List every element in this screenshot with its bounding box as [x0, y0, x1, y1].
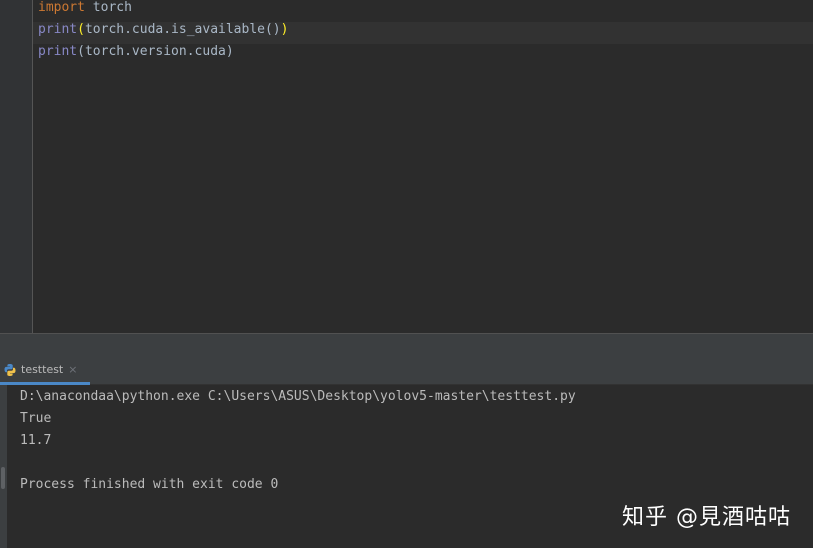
console-line: Process finished with exit code 0 — [20, 477, 279, 492]
python-icon — [3, 363, 17, 377]
code-text: (torch.version.cuda) — [77, 44, 234, 59]
console-line: D:\anacondaa\python.exe C:\Users\ASUS\De… — [20, 389, 576, 404]
code-editor[interactable]: import torch print(torch.cuda.is_availab… — [0, 0, 813, 333]
scroll-marker[interactable] — [1, 467, 5, 489]
code-line-2[interactable]: print(torch.cuda.is_available()) — [33, 22, 813, 44]
paren-close-highlight: ) — [280, 22, 289, 37]
console-gutter — [0, 385, 7, 548]
close-icon[interactable]: × — [68, 363, 77, 376]
console-line: 11.7 — [20, 433, 52, 448]
code-text: torch — [84, 0, 132, 15]
run-tab-bar: testtest × — [0, 357, 813, 385]
editor-gutter — [0, 0, 33, 333]
code-line-3[interactable]: print(torch.version.cuda) — [33, 44, 813, 66]
keyword-import: import — [38, 0, 85, 15]
code-text: torch.cuda.is_available() — [84, 22, 281, 37]
code-area[interactable]: import torch print(torch.cuda.is_availab… — [33, 0, 813, 66]
tab-testtest[interactable]: testtest × — [0, 357, 90, 385]
console-line: True — [20, 411, 52, 426]
code-line-1[interactable]: import torch — [33, 0, 813, 22]
console-output: D:\anacondaa\python.exe C:\Users\ASUS\De… — [20, 386, 576, 496]
builtin-print: print — [38, 22, 78, 37]
panel-splitter[interactable] — [0, 333, 813, 357]
builtin-print: print — [38, 44, 78, 59]
watermark: 知乎 @見酒咕咕 — [622, 505, 791, 530]
tab-label: testtest — [21, 363, 64, 376]
paren-open-highlight: ( — [77, 22, 85, 37]
ide-window: import torch print(torch.cuda.is_availab… — [0, 0, 813, 548]
